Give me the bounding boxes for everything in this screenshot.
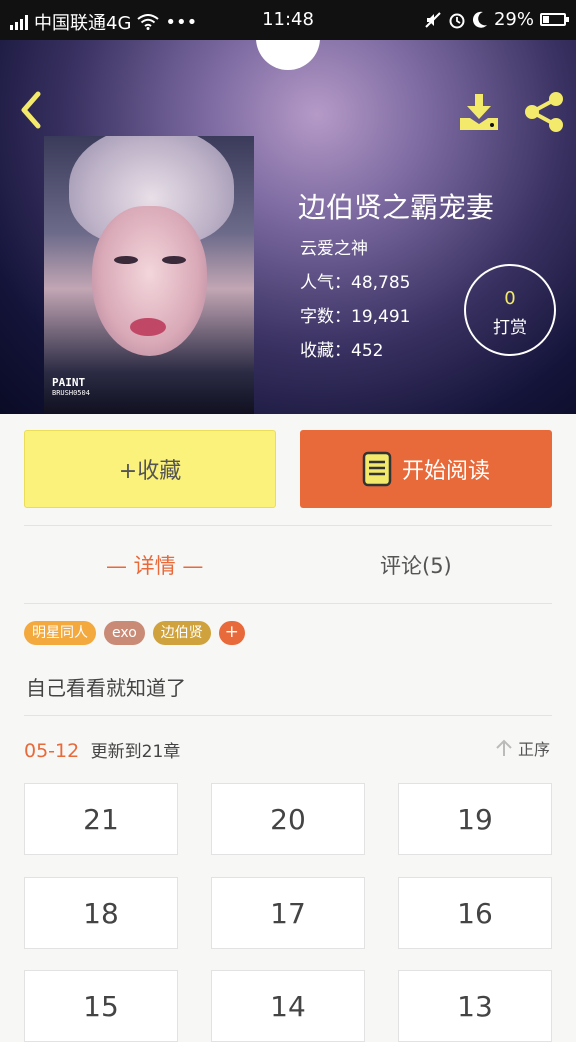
tag-list: 明星同人 exo 边伯贤 +: [24, 621, 245, 645]
add-to-favorites-label: +收藏: [118, 459, 182, 484]
book-popularity: 人气：48,785: [300, 273, 411, 293]
tag-chip[interactable]: exo: [104, 621, 145, 645]
pull-indicator: [256, 40, 320, 70]
download-button[interactable]: [458, 92, 502, 132]
book-author: 云爱之神: [300, 239, 368, 259]
book-header: PAINT BRUSH0504 边伯贤之霸宠妻 云爱之神 人气：48,785 字…: [0, 40, 576, 414]
chapter-button[interactable]: 19: [398, 783, 552, 855]
start-reading-label: 开始阅读: [401, 459, 490, 484]
chapter-button[interactable]: 18: [24, 877, 178, 949]
chapter-button[interactable]: 14: [211, 970, 365, 1042]
book-favorites: 收藏：452: [300, 341, 384, 361]
book-cover[interactable]: PAINT BRUSH0504: [44, 136, 254, 414]
update-info: 05-12 更新到21章: [24, 737, 180, 762]
alarm-icon: [449, 13, 465, 28]
tag-chip[interactable]: 边伯贤: [152, 621, 211, 645]
book-icon: [362, 451, 392, 487]
sort-order-label: 正序: [517, 740, 550, 759]
arrow-up-icon: [496, 739, 512, 756]
tab-detail[interactable]: — 详情 —: [106, 550, 203, 580]
chapter-button[interactable]: 17: [211, 877, 365, 949]
start-reading-button[interactable]: 开始阅读: [300, 430, 552, 508]
tip-count: 0: [504, 288, 516, 309]
cover-watermark: PAINT BRUSH0504: [52, 376, 90, 397]
mute-icon: [425, 11, 441, 28]
back-button[interactable]: [14, 90, 48, 130]
tip-label: 打赏: [493, 318, 527, 338]
share-button[interactable]: [522, 90, 566, 134]
chevron-left-icon: [21, 91, 41, 129]
add-tag-button[interactable]: +: [218, 621, 245, 645]
book-word-count: 字数：19,491: [300, 307, 411, 327]
update-date: 05-12: [24, 740, 80, 762]
book-title: 边伯贤之霸宠妻: [298, 191, 495, 224]
tip-button[interactable]: 0 打赏: [464, 264, 556, 356]
divider: [24, 603, 552, 604]
chapter-button[interactable]: 21: [24, 783, 178, 855]
battery-percent: 29%: [493, 9, 534, 30]
moon-icon: [472, 11, 487, 28]
divider: [24, 525, 552, 526]
share-icon: [525, 92, 563, 132]
chapter-button[interactable]: 15: [24, 970, 178, 1042]
book-description: 自己看看就知道了: [26, 676, 186, 700]
divider: [24, 715, 552, 716]
chapter-button[interactable]: 13: [398, 970, 552, 1042]
update-text: 更新到21章: [90, 742, 181, 762]
sort-order-button[interactable]: 正序: [494, 736, 550, 760]
battery-icon: [540, 13, 569, 26]
tag-chip[interactable]: 明星同人: [24, 621, 96, 645]
download-icon: [460, 94, 498, 130]
tab-bar: — 详情 — 评论(5): [24, 548, 552, 584]
tab-comments[interactable]: 评论(5): [380, 550, 452, 580]
chapter-button[interactable]: 20: [211, 783, 365, 855]
chapter-button[interactable]: 16: [398, 877, 552, 949]
status-bar: 中国联通4G ••• 11:48 29%: [0, 0, 576, 40]
add-to-favorites-button[interactable]: +收藏: [24, 430, 276, 508]
